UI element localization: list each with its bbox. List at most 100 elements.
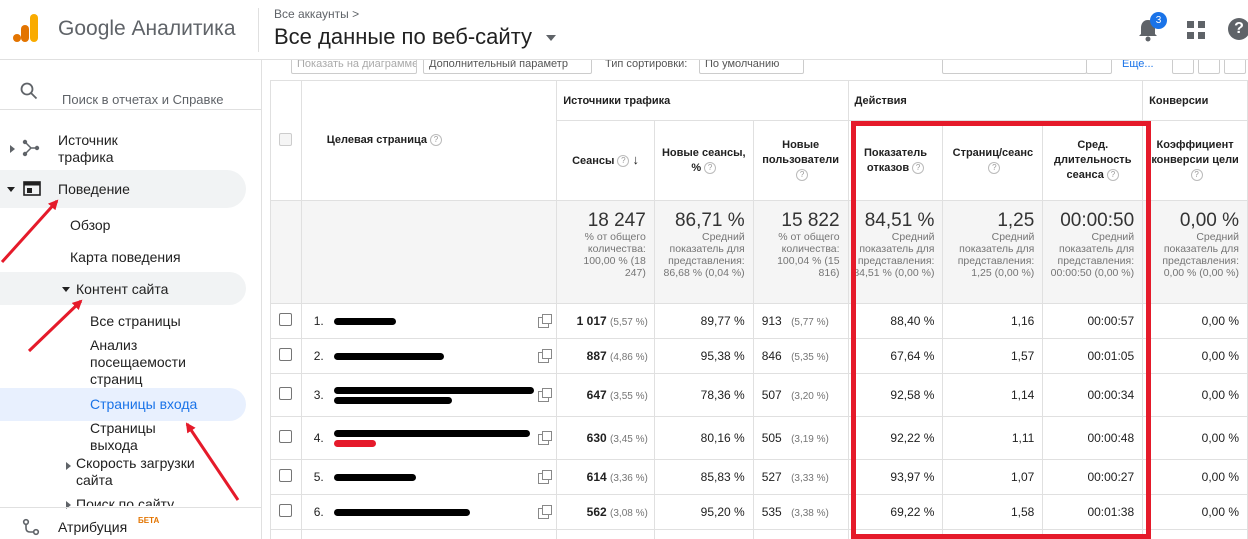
new-users-cell: 527 (3,33 %) [752, 459, 849, 495]
row-checkbox[interactable] [279, 313, 293, 326]
page-column-header[interactable]: Целевая страница? [300, 80, 558, 201]
search-icon[interactable] [20, 82, 38, 100]
totals-sessions-value: 18 247 [587, 210, 646, 231]
sort-type-label: Тип сортировки: [605, 60, 688, 70]
row-checkbox[interactable] [279, 387, 293, 400]
redacted-page-url[interactable] [333, 353, 444, 361]
sidebar-item-site-content[interactable]: Контент сайта [76, 281, 168, 297]
row-checkbox[interactable] [279, 469, 293, 482]
collapse-behavior-icon[interactable] [7, 187, 15, 192]
view-dropdown-icon[interactable] [546, 35, 556, 41]
conversion-rate-column-header[interactable]: Коэффициент конверсии цели? [1142, 120, 1248, 201]
new-users-cell: 439 (2,77 %) [752, 529, 849, 539]
row-index: 6. [313, 505, 324, 519]
sort-desc-icon[interactable]: ↓ [632, 152, 639, 167]
expand-site-speed-icon[interactable] [66, 462, 71, 470]
open-link-icon[interactable] [537, 349, 552, 363]
row-index: 3. [313, 388, 324, 402]
apps-grid-icon[interactable] [1187, 21, 1205, 39]
new-users-value: 505 [761, 431, 782, 445]
totals-conversion-note: Средний показатель для представления: 0,… [1162, 231, 1239, 279]
sidebar-item-attribution[interactable]: Атрибуция [58, 519, 127, 535]
sort-type-select[interactable]: По умолчанию [699, 60, 804, 74]
sidebar-item-landing-pages[interactable]: Страницы входа [90, 396, 197, 412]
help-icon[interactable]: ? [1228, 18, 1248, 40]
sessions-cell: 887 (4,86 %) [556, 338, 655, 374]
acquisition-icon [22, 139, 40, 157]
page-link[interactable] [333, 316, 396, 326]
select-all-checkbox[interactable] [279, 132, 293, 146]
expand-acquisition-icon[interactable] [10, 145, 15, 153]
help-icon[interactable]: ? [429, 134, 442, 147]
redacted-page-url[interactable] [333, 509, 470, 517]
table-filter-search-icon[interactable] [1086, 60, 1112, 74]
analytics-logo-icon[interactable] [12, 12, 40, 44]
account-breadcrumb[interactable]: Все аккаунты > [274, 7, 359, 21]
totals-new-sessions: 86,71 % Средний показатель для представле… [653, 200, 754, 304]
new-users-cell: 505 (3,19 %) [752, 416, 849, 460]
secondary-dimension-select[interactable]: Дополнительный параметр [423, 60, 592, 74]
sessions-value: 1 017 [576, 314, 607, 328]
help-icon[interactable]: ? [704, 161, 717, 174]
row-checkbox[interactable] [279, 348, 293, 361]
app-name[interactable]: Google Аналитика [58, 17, 236, 41]
redacted-page-url[interactable] [333, 430, 530, 438]
pie-view-icon[interactable] [1198, 60, 1220, 74]
conversion-cell: 0,00 % [1142, 459, 1248, 495]
help-icon[interactable]: ? [1190, 169, 1203, 182]
page-link[interactable] [333, 472, 416, 482]
new-sessions-column-header[interactable]: Новые сеансы, %? [653, 120, 754, 201]
open-link-icon[interactable] [537, 470, 552, 484]
open-link-icon[interactable] [537, 505, 552, 519]
page-link[interactable] [333, 351, 444, 361]
open-link-icon[interactable] [537, 431, 552, 445]
redacted-page-url[interactable] [333, 387, 534, 395]
page-link[interactable] [333, 507, 470, 517]
sessions-column-header[interactable]: Сеансы? ↓ [556, 120, 655, 201]
help-icon[interactable]: ? [796, 169, 809, 182]
row-checkbox[interactable] [279, 504, 293, 517]
page-link[interactable] [333, 428, 530, 448]
sessions-value: 647 [586, 388, 607, 402]
beta-badge: БЕТА [138, 516, 160, 525]
help-icon[interactable]: ? [617, 155, 630, 168]
sidebar-item-site-search[interactable]: Поиск по сайту [76, 496, 174, 506]
redacted-page-url[interactable] [333, 474, 416, 482]
sidebar-item-exit-pages[interactable]: Страницы выхода [90, 420, 180, 454]
redacted-page-url[interactable] [333, 318, 396, 326]
sidebar-divider [0, 507, 261, 508]
view-selector[interactable]: Все данные по веб-сайту [274, 24, 532, 50]
conversion-cell: 0,00 % [1142, 494, 1248, 530]
sessions-cell: 562 (3,08 %) [556, 494, 655, 530]
page-link[interactable] [333, 385, 534, 405]
row-checkbox[interactable] [279, 430, 293, 443]
new-sessions-cell: 80,16 % [653, 416, 754, 460]
table-view-icon[interactable] [1172, 60, 1194, 74]
sidebar-item-acquisition[interactable]: Источник трафика [58, 132, 168, 166]
advanced-filter-link[interactable]: Еще... [1122, 60, 1154, 70]
behavior-icon [23, 181, 41, 196]
open-link-icon[interactable] [537, 388, 552, 402]
totals-new-users-note: % от общего количества: 100,04 % (15 816… [777, 231, 840, 279]
search-input[interactable]: Поиск в отчетах и Справке [62, 92, 227, 107]
table-filter-input[interactable] [942, 60, 1087, 74]
new-users-column-header[interactable]: Новые пользователи? [752, 120, 849, 201]
sessions-percent: (3,08 %) [610, 508, 648, 519]
sidebar-item-content-drilldown[interactable]: Анализ посещаемости страниц [90, 337, 210, 388]
new-sessions-cell: 95,20 % [653, 494, 754, 530]
new-users-cell: 535 (3,38 %) [752, 494, 849, 530]
sidebar-search[interactable]: Поиск в отчетах и Справке [0, 70, 261, 110]
sidebar-item-behavior-flow[interactable]: Карта поведения [70, 249, 181, 265]
performance-view-icon[interactable] [1224, 60, 1246, 74]
sidebar-item-overview[interactable]: Обзор [70, 217, 110, 233]
redacted-page-url[interactable] [333, 397, 452, 405]
sidebar-item-all-pages[interactable]: Все страницы [90, 313, 181, 329]
open-link-icon[interactable] [537, 314, 552, 328]
sidebar-item-behavior[interactable]: Поведение [58, 181, 130, 197]
new-users-label: Новые пользователи [762, 139, 839, 166]
sidebar-item-site-speed[interactable]: Скорость загрузки сайта [76, 455, 196, 489]
totals-new-users: 15 822% от общего количества: 100,04 % (… [752, 200, 849, 304]
plot-rows-button[interactable]: Показать на диаграмме [291, 60, 417, 74]
redacted-page-url[interactable] [333, 440, 376, 448]
collapse-site-content-icon[interactable] [62, 287, 70, 292]
